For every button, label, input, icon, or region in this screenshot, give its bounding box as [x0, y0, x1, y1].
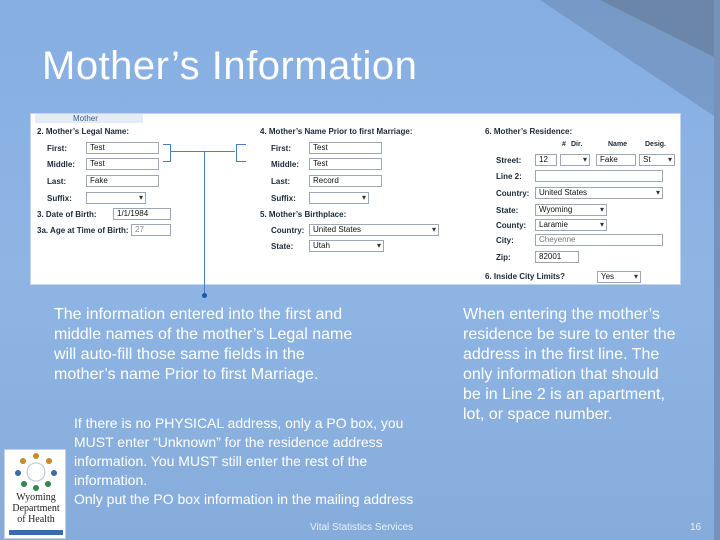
connector-right [204, 151, 235, 152]
page-number: 16 [690, 522, 702, 533]
tab-mother[interactable]: Mother [35, 114, 143, 123]
street-name-input[interactable]: Fake [596, 154, 636, 166]
logo-line1: Wyoming [16, 492, 56, 503]
logo-line2: Department [12, 503, 60, 514]
first-name-input[interactable]: Test [86, 142, 159, 154]
corner-decoration-dark [600, 0, 720, 60]
prior-bracket [236, 144, 246, 162]
connector-vertical [204, 151, 205, 295]
res-state-select[interactable]: Wyoming [535, 204, 607, 216]
footer-text: Vital Statistics Services [310, 522, 414, 533]
res-state-label: State: [496, 206, 519, 215]
age-label: 3a. Age at Time of Birth: [37, 226, 129, 235]
col-number: # [562, 141, 566, 148]
logo-tagline-bar [9, 530, 63, 535]
legal-bracket [163, 144, 171, 162]
street-number-input[interactable]: 12 [535, 154, 557, 166]
right-edge-band [714, 0, 720, 540]
prior-first-label: First: [271, 144, 291, 153]
city-input[interactable]: Cheyenne [535, 234, 663, 246]
street-designation-select[interactable]: St [639, 154, 675, 166]
prior-suffix-select[interactable] [309, 192, 369, 204]
connector-left [171, 151, 204, 152]
res-country-label: Country: [496, 189, 530, 198]
slide-title: Mother’s Information [42, 44, 418, 88]
suffix-label: Suffix: [47, 194, 72, 203]
note-autofill: The information entered into the first a… [54, 306, 353, 383]
note-po-box: If there is no PHYSICAL address, only a … [74, 415, 404, 488]
street-direction-select[interactable] [560, 154, 590, 166]
county-label: County: [496, 221, 527, 230]
middle-name-input[interactable]: Test [86, 158, 159, 170]
res-country-select[interactable]: United States [535, 187, 663, 199]
prior-last-input[interactable]: Record [309, 175, 382, 187]
birth-country-select[interactable]: United States [309, 224, 439, 236]
prior-name-heading: 4. Mother’s Name Prior to first Marriage… [260, 127, 413, 136]
suffix-select[interactable] [86, 192, 146, 204]
line2-label: Line 2: [496, 172, 522, 181]
col-designation: Desig. [645, 141, 667, 148]
zip-input[interactable]: 82001 [535, 251, 579, 263]
note-residence: When entering the mother’s residence be … [463, 306, 676, 423]
last-name-input[interactable]: Fake [86, 175, 159, 187]
col-direction: Dir. [571, 141, 583, 148]
wyoming-health-logo: Wyoming Department of Health [4, 449, 66, 539]
form-screenshot: Mother 2. Mother’s Legal Name: First: Te… [30, 113, 681, 285]
county-select[interactable]: Laramie [535, 219, 607, 231]
note-mailing: Only put the PO box information in the m… [74, 491, 414, 507]
city-limits-select[interactable]: Yes [597, 271, 641, 283]
last-label: Last: [47, 177, 67, 186]
legal-name-heading: 2. Mother’s Legal Name: [37, 127, 130, 136]
residence-heading: 6. Mother’s Residence: [485, 127, 573, 136]
middle-label: Middle: [47, 160, 75, 169]
dob-input[interactable]: 1/1/1984 [113, 208, 171, 220]
street-label: Street: [496, 156, 522, 165]
prior-middle-input[interactable]: Test [309, 158, 382, 170]
birthplace-heading: 5. Mother’s Birthplace: [260, 210, 347, 219]
zip-label: Zip: [496, 253, 511, 262]
prior-first-input[interactable]: Test [309, 142, 382, 154]
state-label: State: [271, 242, 294, 251]
birth-state-select[interactable]: Utah [309, 240, 384, 252]
prior-middle-label: Middle: [271, 160, 299, 169]
city-limits-label: 6. Inside City Limits? [485, 272, 566, 281]
prior-last-label: Last: [271, 177, 291, 186]
dob-label: 3. Date of Birth: [37, 210, 97, 219]
country-label: Country: [271, 226, 305, 235]
col-name: Name [608, 141, 628, 148]
connector-dot [202, 293, 207, 298]
age-input[interactable]: 27 [131, 224, 171, 236]
people-circle-icon [15, 453, 57, 491]
logo-line3: of Health [17, 514, 55, 525]
city-label: City: [496, 236, 514, 245]
prior-suffix-label: Suffix: [271, 194, 296, 203]
first-label: First: [47, 144, 67, 153]
line2-input[interactable] [535, 170, 663, 182]
